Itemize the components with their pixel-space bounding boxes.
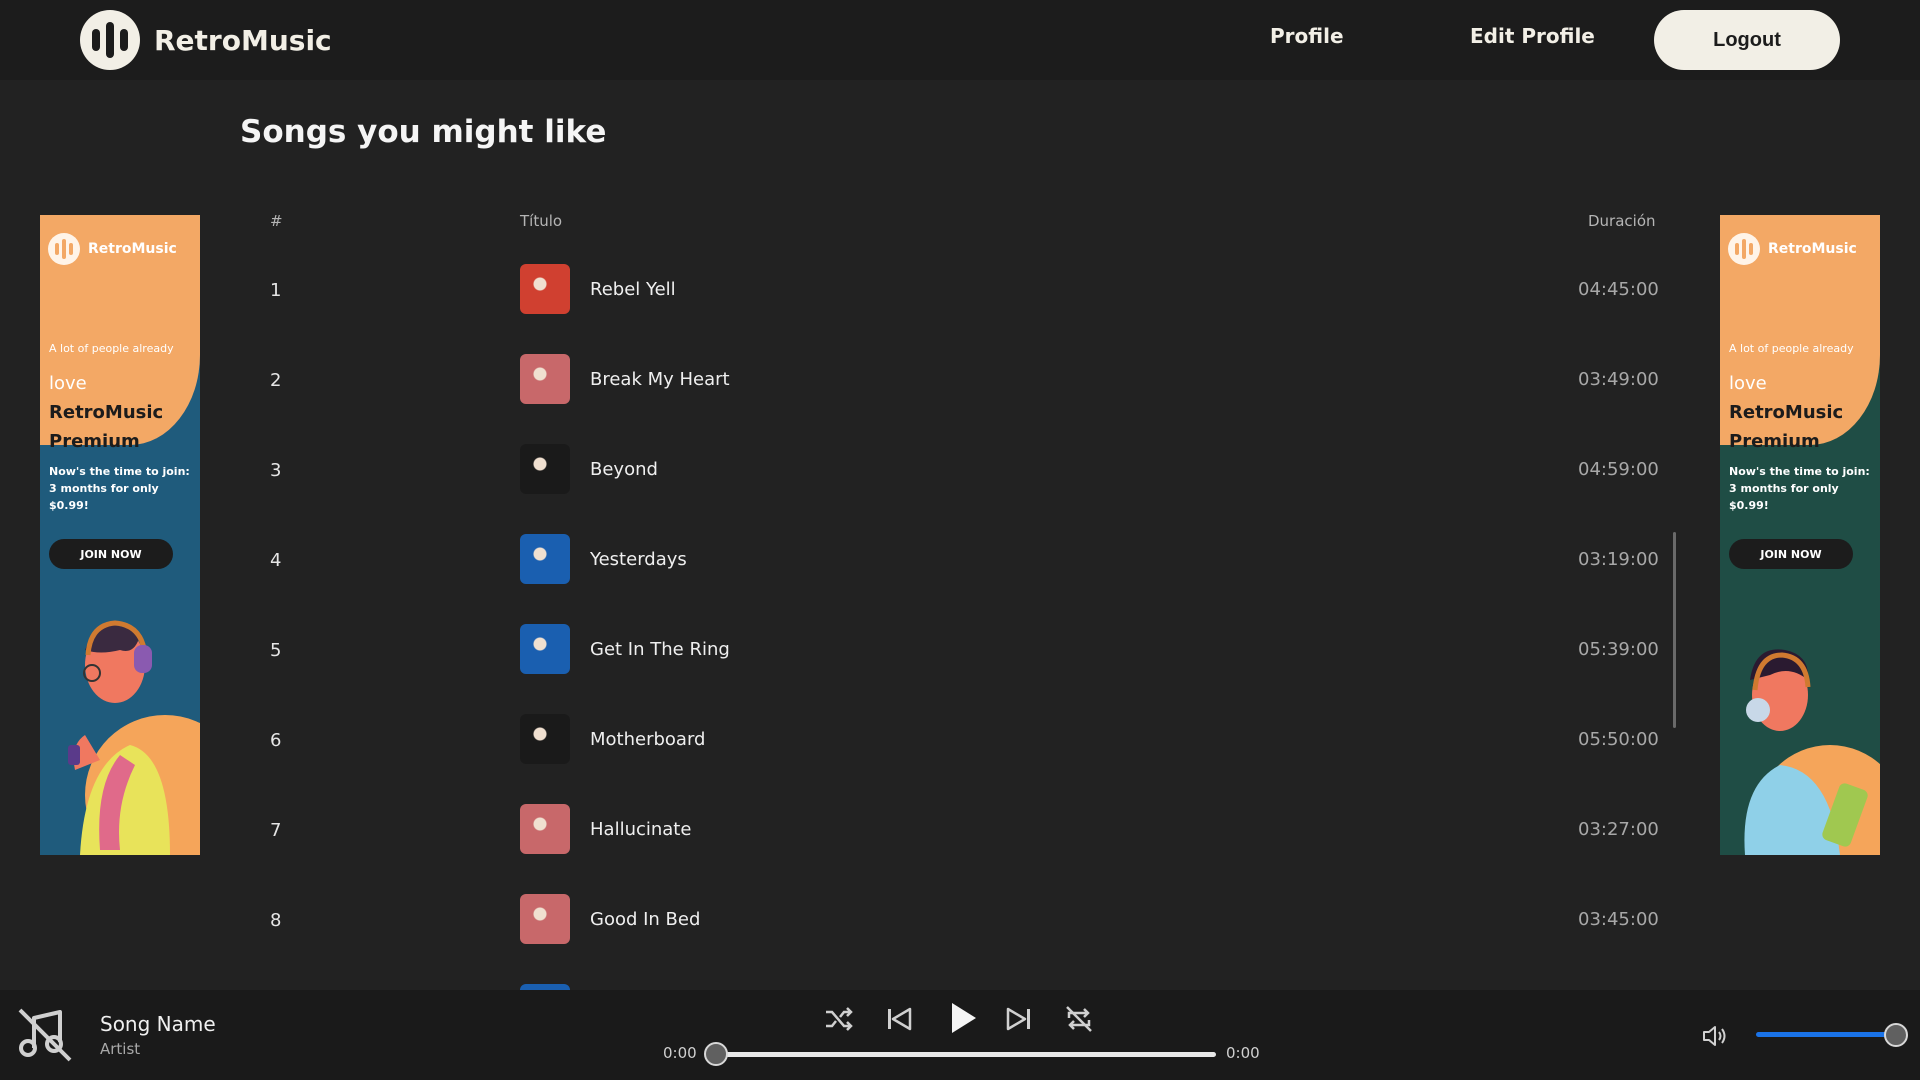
ad-tagline-love: love (1729, 373, 1767, 394)
column-header-number: # (270, 212, 283, 230)
brand[interactable]: RetroMusic (80, 10, 332, 70)
ad-tagline-big: love RetroMusic Premium (1729, 369, 1869, 456)
repeat-off-icon (1066, 1006, 1092, 1032)
ad-tagline-love: love (49, 373, 87, 394)
now-playing-song-name: Song Name (100, 1012, 216, 1036)
track-title: Good In Bed (590, 909, 701, 930)
ad-banner-left[interactable]: RetroMusic A lot of people already love … (40, 215, 200, 855)
ad-illustration-listener (68, 620, 200, 855)
track-duration: 03:49:00 (1578, 369, 1659, 390)
track-number: 3 (270, 460, 282, 481)
music-player-bar: Song Name Artist 0:00 0:00 (0, 990, 1920, 1080)
track-duration: 03:19:00 (1578, 549, 1659, 570)
track-number: 8 (270, 910, 282, 931)
track-row[interactable]: 8 Good In Bed 03:45:00 (0, 874, 1700, 964)
brand-name: RetroMusic (154, 23, 332, 57)
next-track-button[interactable] (1002, 1002, 1036, 1036)
ad-tagline-small: A lot of people already (49, 342, 174, 355)
ad-brand-row: RetroMusic (48, 233, 177, 265)
previous-track-button[interactable] (882, 1002, 916, 1036)
track-number: 4 (270, 550, 282, 571)
track-number: 6 (270, 730, 282, 751)
ad-brand-row: RetroMusic (1728, 233, 1857, 265)
album-cover-thumbnail (520, 444, 570, 494)
album-cover-thumbnail (520, 624, 570, 674)
ad-logo-icon (1728, 233, 1760, 265)
album-cover-thumbnail (520, 264, 570, 314)
nav-profile-link[interactable]: Profile (1270, 24, 1344, 48)
progress-slider-handle[interactable] (704, 1042, 728, 1066)
music-off-icon (18, 1008, 72, 1062)
nav-edit-profile-link[interactable]: Edit Profile (1470, 24, 1595, 48)
track-duration: 03:27:00 (1578, 819, 1659, 840)
track-number: 2 (270, 370, 282, 391)
track-number: 7 (270, 820, 282, 841)
ad-tagline-small: A lot of people already (1729, 342, 1854, 355)
play-icon (952, 1003, 976, 1033)
track-row[interactable] (0, 964, 1700, 990)
track-row[interactable]: 4 Yesterdays 03:19:00 (0, 514, 1700, 604)
time-total: 0:00 (1226, 1044, 1260, 1062)
ad-brand-name: RetroMusic (88, 241, 177, 257)
track-list-scrollbar[interactable] (1673, 532, 1676, 728)
ad-banner-right[interactable]: RetroMusic A lot of people already love … (1720, 215, 1880, 855)
track-title: Get In The Ring (590, 639, 730, 660)
time-elapsed: 0:00 (663, 1044, 697, 1062)
track-row[interactable]: 3 Beyond 04:59:00 (0, 424, 1700, 514)
ad-tagline-product: RetroMusic Premium (1729, 402, 1844, 452)
top-header: RetroMusic Profile Edit Profile Logout (0, 0, 1920, 80)
ad-tagline-product: RetroMusic Premium (49, 402, 164, 452)
play-button[interactable] (942, 998, 982, 1038)
ad-tagline-big: love RetroMusic Premium (49, 369, 189, 456)
track-title: Yesterdays (590, 549, 687, 570)
album-cover-thumbnail (520, 804, 570, 854)
ad-offer-text: Now's the time to join: 3 months for onl… (49, 465, 190, 512)
track-row[interactable]: 1 Rebel Yell 04:45:00 (0, 244, 1700, 334)
ad-offer-text: Now's the time to join: 3 months for onl… (1729, 465, 1870, 512)
volume-icon[interactable] (1700, 1022, 1728, 1050)
ad-brand-name: RetroMusic (1768, 241, 1857, 257)
track-row[interactable]: 7 Hallucinate 03:27:00 (0, 784, 1700, 874)
track-duration: 04:45:00 (1578, 279, 1659, 300)
repeat-button[interactable] (1062, 1002, 1096, 1036)
track-number: 5 (270, 640, 282, 661)
volume-slider-handle[interactable] (1884, 1023, 1908, 1047)
track-duration: 05:50:00 (1578, 729, 1659, 750)
ad-join-now-button[interactable]: JOIN NOW (1729, 539, 1853, 569)
track-row[interactable]: 2 Break My Heart 03:49:00 (0, 334, 1700, 424)
track-title: Rebel Yell (590, 279, 676, 300)
ad-logo-icon (48, 233, 80, 265)
album-cover-thumbnail (520, 894, 570, 944)
ad-illustration-listener (1744, 649, 1880, 855)
album-cover-thumbnail (520, 714, 570, 764)
shuffle-icon (826, 1007, 853, 1031)
volume-track[interactable] (1756, 1032, 1896, 1037)
logout-button[interactable]: Logout (1654, 10, 1840, 70)
track-title: Break My Heart (590, 369, 730, 390)
album-cover-thumbnail (520, 354, 570, 404)
skip-next-icon (1006, 1007, 1030, 1031)
now-playing-artist: Artist (100, 1040, 141, 1058)
column-header-title: Título (520, 212, 563, 230)
track-row[interactable]: 5 Get In The Ring 05:39:00 (0, 604, 1700, 694)
track-title: Beyond (590, 459, 658, 480)
track-number: 1 (270, 280, 282, 301)
album-cover-thumbnail (520, 534, 570, 584)
page-title: Songs you might like (240, 114, 607, 150)
shuffle-button[interactable] (822, 1002, 856, 1036)
ad-join-now-button[interactable]: JOIN NOW (49, 539, 173, 569)
progress-track[interactable] (714, 1052, 1216, 1057)
track-row[interactable]: 6 Motherboard 05:50:00 (0, 694, 1700, 784)
track-duration: 05:39:00 (1578, 639, 1659, 660)
track-duration: 04:59:00 (1578, 459, 1659, 480)
track-list[interactable]: 1 Rebel Yell 04:45:00 2 Break My Heart 03:49:… (0, 244, 1700, 990)
column-header-duration: Duración (1588, 212, 1656, 230)
track-title: Hallucinate (590, 819, 692, 840)
track-duration: 03:45:00 (1578, 909, 1659, 930)
brand-logo-icon (80, 10, 140, 70)
track-title: Motherboard (590, 729, 706, 750)
skip-previous-icon (888, 1007, 912, 1031)
